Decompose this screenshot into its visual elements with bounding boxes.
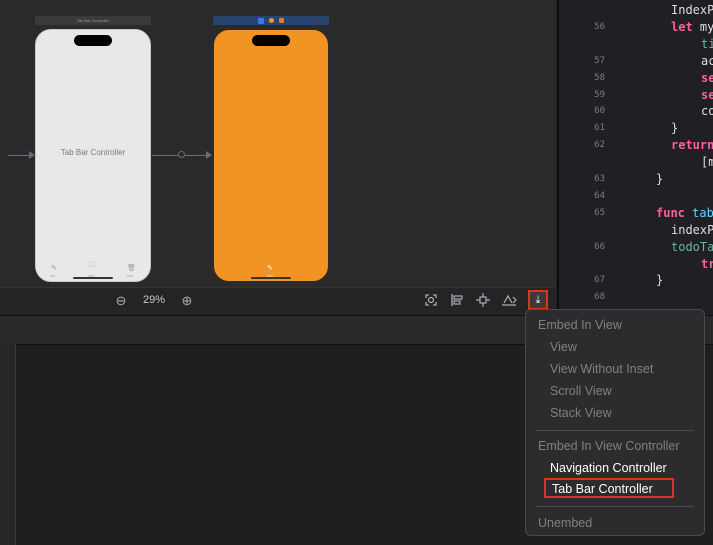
scene-title: Tab Bar Controller [76, 18, 110, 23]
code-token: se [701, 87, 713, 102]
code-line: tr [701, 257, 713, 271]
code-line: co [701, 104, 713, 118]
code-token: [m [701, 155, 713, 170]
line-number: 63 [594, 174, 605, 184]
code-line: } [656, 172, 663, 186]
resolve-autolayout-icon[interactable] [501, 293, 517, 309]
add-constraints-icon[interactable] [475, 293, 491, 309]
code-token: } [656, 273, 664, 288]
code-token: func [656, 205, 693, 220]
code-token: } [671, 121, 679, 136]
segue-arrow-icon [206, 151, 212, 159]
menu-item-view: View [550, 340, 577, 354]
segue-icon[interactable] [178, 151, 185, 158]
menu-item-stack-view: Stack View [550, 406, 612, 420]
pencil-icon[interactable]: ✎ [51, 264, 57, 272]
embed-in-menu: Embed In View View View Without Inset Sc… [525, 309, 705, 536]
code-line: se [701, 71, 713, 85]
menu-header-embed-in-view: Embed In View [538, 318, 622, 332]
tab-bar-controller-scene[interactable]: Tab Bar Controller ✎ Edit 🗀 Files 🗑 Tras… [35, 29, 151, 282]
code-line: todoTa [671, 240, 713, 254]
menu-item-scroll-view: Scroll View [550, 384, 612, 398]
line-number: 67 [594, 275, 605, 286]
trash-icon[interactable]: 🗑 [127, 264, 136, 272]
view-controller-icon[interactable] [257, 17, 264, 24]
line-number: 61 [594, 123, 605, 134]
scene-dock-bar[interactable] [213, 16, 329, 25]
line-number: 58 [594, 72, 605, 83]
exit-icon[interactable] [279, 18, 285, 24]
view-controller-scene[interactable]: ✎ Item [213, 29, 329, 282]
code-line: let my [671, 20, 713, 34]
code-token: IndexP [671, 3, 713, 17]
menu-item-unembed: Unembed [538, 516, 593, 530]
code-line: [m [701, 155, 713, 169]
code-token: table [692, 205, 713, 220]
line-number: 65 [594, 207, 605, 218]
menu-item-tab-bar-controller[interactable]: Tab Bar Controller [544, 478, 674, 498]
relationship-segue-line [152, 155, 178, 156]
code-line: func table [656, 206, 713, 220]
menu-header-embed-in-view-controller: Embed In View Controller [538, 439, 680, 453]
code-token: let [671, 19, 700, 34]
align-icon[interactable] [449, 293, 465, 309]
scene-title-bar[interactable]: Tab Bar Controller [35, 16, 151, 25]
home-indicator [73, 277, 113, 279]
debug-sidebar [0, 344, 16, 545]
code-token: indexP [671, 222, 713, 237]
menu-separator [536, 506, 694, 507]
code-token: se [701, 70, 713, 85]
code-token: todoTa [671, 239, 713, 254]
code-token: } [656, 172, 664, 186]
code-line: } [656, 273, 663, 287]
line-number: 59 [594, 89, 605, 100]
line-number: 64 [594, 190, 605, 201]
code-token: tr [701, 256, 713, 271]
phone-notch [252, 35, 290, 46]
embed-in-button[interactable]: ⤓ [528, 290, 548, 310]
tab-bar-controller-label: Tab Bar Controller [60, 148, 126, 157]
code-line: se [701, 88, 713, 102]
zoom-in-icon[interactable]: ⊕ [179, 293, 195, 309]
first-responder-icon[interactable] [269, 18, 274, 24]
canvas-toolbar: ⊖ 29% ⊕ [0, 287, 556, 315]
code-token: ac [701, 53, 713, 68]
line-number: 66 [594, 241, 605, 252]
home-indicator [251, 277, 291, 279]
code-token: ti [701, 36, 713, 51]
line-number: 56 [594, 21, 605, 32]
code-line: indexP [671, 223, 713, 237]
line-number: 62 [594, 140, 605, 151]
relationship-segue-line-2 [185, 155, 207, 156]
phone-notch [74, 35, 112, 46]
code-line: return [671, 138, 713, 152]
code-line: IndexP [671, 3, 713, 17]
line-number: 68 [594, 292, 605, 303]
zoom-out-icon[interactable]: ⊖ [113, 293, 129, 309]
menu-item-navigation-controller[interactable]: Navigation Controller [550, 458, 667, 478]
zoom-level[interactable]: 29% [143, 294, 165, 306]
folder-icon[interactable]: 🗀 [88, 261, 95, 272]
code-token: return [671, 138, 713, 153]
code-line: ti [701, 37, 713, 51]
code-token: my [699, 19, 713, 34]
entry-segue-line [8, 155, 30, 156]
line-number: 57 [594, 55, 605, 66]
pencil-icon[interactable]: ✎ [267, 264, 273, 272]
code-editor[interactable]: IndexP 56 let my ti 57 ac 58 se 59 se 60 co 61} 62 ret… [557, 0, 713, 314]
menu-item-view-without-inset: View Without Inset [550, 362, 654, 376]
line-number: 60 [594, 106, 605, 117]
menu-separator [536, 430, 694, 431]
update-frames-icon[interactable] [423, 293, 439, 309]
tab-caption-edit: Edit [50, 274, 56, 278]
tab-caption-trash: Trash [126, 274, 134, 278]
code-line: ac [701, 54, 713, 68]
storyboard-canvas[interactable]: Tab Bar Controller Tab Bar Controller ✎ … [0, 0, 556, 287]
code-line: } [671, 121, 678, 135]
code-token: co [701, 104, 713, 119]
